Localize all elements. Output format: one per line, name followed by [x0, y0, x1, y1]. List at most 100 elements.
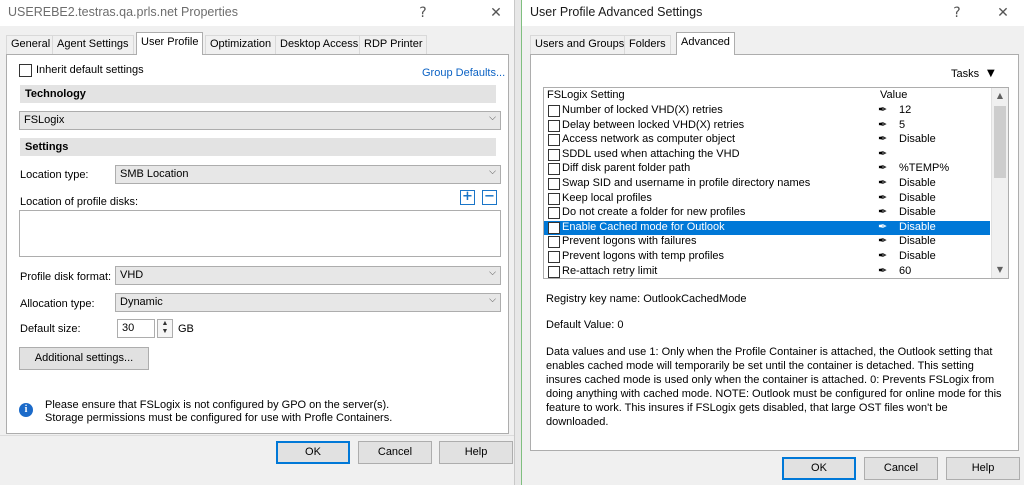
group-defaults-link[interactable]: Group Defaults...: [422, 67, 505, 79]
pencil-icon[interactable]: ✒: [878, 103, 887, 116]
pencil-icon[interactable]: ✒: [878, 234, 887, 247]
window-title: User Profile Advanced Settings: [530, 5, 703, 19]
row-checkbox[interactable]: [548, 105, 560, 117]
default-size-stepper[interactable]: ▲ ▼: [157, 319, 173, 338]
ok-button[interactable]: OK: [276, 441, 350, 464]
tab-agent-settings[interactable]: Agent Settings: [52, 35, 134, 54]
table-row[interactable]: Re-attach retry limit ✒ 60: [544, 264, 990, 278]
help-icon[interactable]: ?: [942, 2, 972, 24]
table-row[interactable]: Swap SID and username in profile directo…: [544, 176, 990, 192]
tab-rdp-printer[interactable]: RDP Printer: [359, 35, 428, 54]
pencil-icon[interactable]: ✒: [878, 147, 887, 160]
registry-key-name: Registry key name: OutlookCachedMode: [546, 293, 747, 305]
setting-name: Diff disk parent folder path: [562, 162, 691, 175]
tab-folders[interactable]: Folders: [624, 35, 671, 54]
row-checkbox[interactable]: [548, 134, 560, 147]
inherit-default-checkbox[interactable]: [19, 64, 32, 77]
tab-desktop-access[interactable]: Desktop Access: [275, 35, 364, 54]
additional-settings-button[interactable]: Additional settings...: [19, 347, 149, 370]
setting-name: Delay between locked VHD(X) retries: [562, 118, 745, 131]
tab-general[interactable]: General: [6, 35, 56, 54]
row-checkbox[interactable]: [548, 163, 560, 176]
pencil-icon[interactable]: ✒: [878, 118, 887, 131]
row-checkbox[interactable]: [548, 178, 560, 190]
pencil-icon[interactable]: ✒: [878, 161, 887, 174]
spin-down-icon[interactable]: ▼: [162, 328, 169, 335]
technology-select[interactable]: FSLogix ⌵: [19, 111, 501, 130]
tab-users-and-groups[interactable]: Users and Groups: [530, 35, 630, 54]
scroll-up-icon[interactable]: ▲: [992, 88, 1008, 104]
allocation-type-select-value: Dynamic: [120, 296, 163, 308]
help-button[interactable]: Help: [439, 441, 513, 464]
table-row[interactable]: Prevent logons with failures ✒ Disable: [544, 234, 990, 250]
row-checkbox[interactable]: [548, 265, 560, 278]
add-location-button[interactable]: +: [460, 190, 475, 205]
chevron-down-icon: ⌵: [489, 113, 496, 123]
table-row[interactable]: Prevent logons with temp profiles ✒ Disabl…: [544, 249, 990, 265]
table-row[interactable]: Number of locked VHD(X) retries ✒ 12: [544, 103, 990, 119]
scroll-down-icon[interactable]: ▼: [992, 262, 1008, 278]
gpo-notice: Please ensure that FSLogix is not config…: [45, 399, 390, 411]
setting-value: Disable: [899, 177, 936, 189]
table-row[interactable]: Access network as computer object ✒ Disabl…: [544, 132, 990, 148]
table-row[interactable]: Delay between locked VHD(X) retries ✒ 5: [544, 118, 990, 134]
table-row[interactable]: Diff disk parent folder path ✒ %TEMP%: [544, 161, 990, 177]
pencil-icon[interactable]: ✒: [878, 220, 887, 233]
remove-location-button[interactable]: −: [482, 190, 497, 205]
pencil-icon[interactable]: ✒: [878, 132, 887, 145]
pencil-icon[interactable]: ✒: [878, 176, 887, 189]
allocation-type-select[interactable]: Dynamic ⌵: [115, 293, 501, 312]
table-row[interactable]: SDDL used when attaching the VHD ✒: [544, 147, 990, 163]
chevron-down-icon[interactable]: ▼: [987, 68, 995, 79]
chevron-down-icon: ⌵: [489, 167, 496, 177]
table-row[interactable]: Keep local profiles ✒ Disable: [544, 191, 990, 207]
pencil-icon[interactable]: ✒: [878, 249, 887, 262]
table-row[interactable]: Do not create a folder for new profiles ✒…: [544, 205, 990, 221]
tab-optimization[interactable]: Optimization: [205, 35, 277, 54]
properties-titlebar: USEREBE2.testras.qa.prls.net Properties …: [0, 0, 514, 26]
pencil-icon[interactable]: ✒: [878, 191, 887, 204]
scroll-thumb[interactable]: [994, 106, 1006, 178]
advanced-settings-window: User Profile Advanced Settings ? ✕ Users…: [521, 0, 1024, 485]
location-type-label: Location type:: [20, 169, 89, 181]
column-header-value[interactable]: Value: [880, 89, 907, 101]
location-disks-list[interactable]: [19, 210, 501, 257]
spin-up-icon[interactable]: ▲: [162, 320, 169, 327]
disk-format-select[interactable]: VHD ⌵: [115, 266, 501, 285]
tab-advanced[interactable]: Advanced: [676, 32, 735, 55]
grid-scrollbar[interactable]: ▲ ▼: [991, 88, 1008, 278]
setting-name: SDDL used when attaching the VHD: [562, 147, 740, 160]
row-checkbox[interactable]: [548, 251, 560, 263]
table-row[interactable]: Enable Cached mode for Outlook ✒ Disable: [544, 220, 990, 236]
row-checkbox[interactable]: [548, 221, 560, 234]
close-icon[interactable]: ✕: [481, 2, 511, 24]
location-type-select[interactable]: SMB Location ⌵: [115, 165, 501, 184]
row-checkbox[interactable]: [548, 119, 560, 132]
pencil-icon[interactable]: ✒: [878, 264, 887, 277]
tab-user-profile[interactable]: User Profile: [136, 32, 204, 55]
default-value: Default Value: 0: [546, 319, 624, 331]
setting-value: Disable: [899, 133, 936, 146]
default-size-input[interactable]: 30: [117, 319, 155, 338]
setting-name: Number of locked VHD(X) retries: [562, 104, 723, 116]
column-header-setting[interactable]: FSLogix Setting: [547, 89, 625, 101]
cancel-button[interactable]: Cancel: [864, 457, 938, 480]
help-icon[interactable]: ?: [408, 2, 438, 24]
setting-name: Swap SID and username in profile directo…: [562, 177, 811, 189]
help-button[interactable]: Help: [946, 457, 1020, 480]
pencil-icon[interactable]: ✒: [878, 205, 887, 218]
cancel-button[interactable]: Cancel: [358, 441, 432, 464]
user-profile-panel: Inherit default settings Group Defaults.…: [6, 54, 509, 434]
properties-window: USEREBE2.testras.qa.prls.net Properties …: [0, 0, 515, 485]
row-checkbox[interactable]: [548, 207, 560, 220]
row-checkbox[interactable]: [548, 236, 560, 249]
info-icon: i: [19, 403, 33, 417]
chevron-down-icon: ⌵: [489, 268, 496, 278]
row-checkbox[interactable]: [548, 148, 560, 161]
tasks-menu[interactable]: Tasks: [951, 68, 979, 80]
row-checkbox[interactable]: [548, 192, 560, 205]
technology-select-value: FSLogix: [24, 114, 65, 126]
ok-button[interactable]: OK: [782, 457, 856, 480]
storage-permissions-notice: Storage permissions must be configured f…: [45, 412, 393, 424]
close-icon[interactable]: ✕: [988, 2, 1018, 24]
